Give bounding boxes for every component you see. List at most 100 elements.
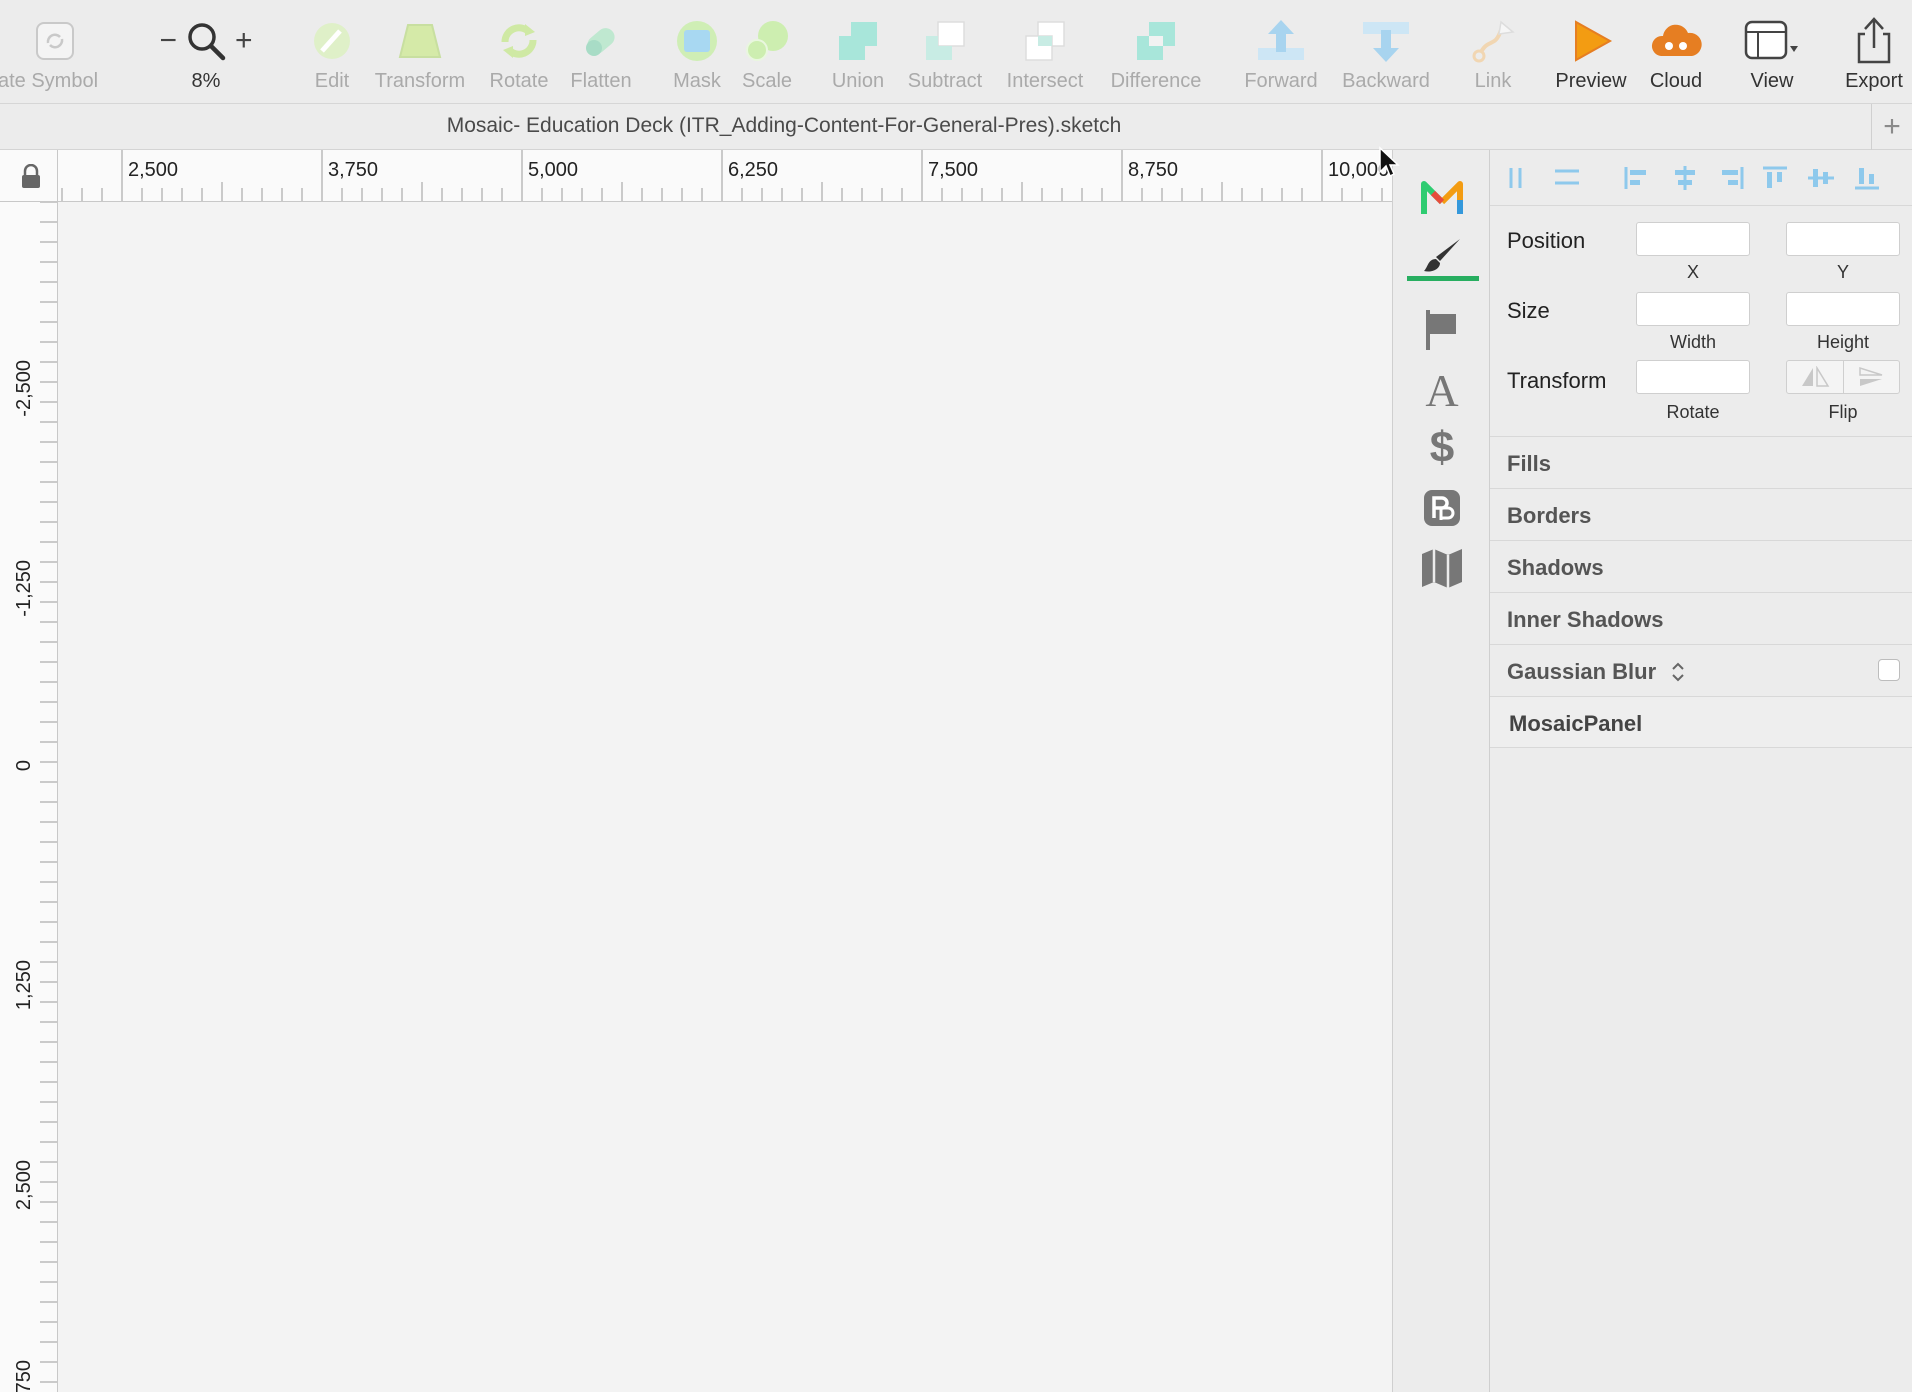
cloud-button[interactable]: Cloud xyxy=(1640,0,1712,104)
rotate-label: Rotate xyxy=(489,70,549,92)
rotate-caption: Rotate xyxy=(1666,402,1720,422)
flatten-label: Flatten xyxy=(570,70,632,92)
size-label: Size xyxy=(1507,298,1550,323)
export-label: Export xyxy=(1845,70,1903,92)
rotate-field[interactable] xyxy=(1636,360,1750,394)
distribute-horizontal-icon[interactable] xyxy=(1506,164,1536,192)
dollar-plugin-button[interactable]: $ xyxy=(1393,416,1491,480)
align-left-icon[interactable] xyxy=(1622,164,1652,192)
union-button[interactable]: Union xyxy=(824,0,892,104)
ruler-label: 0 xyxy=(13,760,35,771)
preview-button[interactable]: Preview xyxy=(1548,0,1634,104)
align-right-icon[interactable] xyxy=(1716,164,1746,192)
toolbar: ate Symbol − + 8% Edit Transform Rotate … xyxy=(0,0,1912,104)
fills-section[interactable]: Fills xyxy=(1490,436,1912,488)
flip-vertical-button[interactable] xyxy=(1842,361,1900,393)
position-x-field[interactable] xyxy=(1636,222,1750,256)
inner-shadows-section[interactable]: Inner Shadows xyxy=(1490,592,1912,644)
ruler-label: 2,500 xyxy=(13,1160,35,1210)
gaussian-blur-title: Gaussian Blur xyxy=(1507,659,1657,684)
document-title: Mosaic- Education Deck (ITR_Adding-Conte… xyxy=(446,114,1122,137)
difference-button[interactable]: Difference xyxy=(1100,0,1212,104)
backward-icon xyxy=(1354,16,1418,66)
zoom-in-button[interactable]: + xyxy=(235,24,253,58)
pb-plugin-button[interactable] xyxy=(1393,476,1491,540)
flatten-icon xyxy=(569,16,633,66)
pb-logo-icon xyxy=(1424,490,1460,526)
edit-label: Edit xyxy=(314,70,350,92)
transform-icon xyxy=(388,16,452,66)
position-y-field[interactable] xyxy=(1786,222,1900,256)
gaussian-blur-checkbox[interactable] xyxy=(1878,659,1900,681)
ruler-label: 3,750 xyxy=(328,159,378,181)
view-label: View xyxy=(1750,70,1794,92)
union-icon xyxy=(826,16,890,66)
active-plugin-indicator xyxy=(1407,276,1479,281)
link-button[interactable]: Link xyxy=(1462,0,1524,104)
export-button[interactable]: Export xyxy=(1836,0,1912,104)
magnifier-icon xyxy=(188,23,226,61)
borders-section[interactable]: Borders xyxy=(1490,488,1912,540)
width-caption: Width xyxy=(1669,332,1716,352)
align-top-icon[interactable] xyxy=(1760,164,1790,192)
subtract-label: Subtract xyxy=(907,70,983,92)
backward-button[interactable]: Backward xyxy=(1336,0,1436,104)
mosaic-panel-title: MosaicPanel xyxy=(1509,711,1643,736)
canvas[interactable] xyxy=(58,202,1392,1392)
zoom-out-button[interactable]: − xyxy=(159,24,177,58)
view-button[interactable]: View xyxy=(1734,0,1810,104)
mask-button[interactable]: Mask xyxy=(664,0,730,104)
flip-caption: Flip xyxy=(1828,402,1858,422)
add-tab-button[interactable]: + xyxy=(1871,104,1912,150)
distribute-vertical-icon[interactable] xyxy=(1552,164,1582,192)
rotate-button[interactable]: Rotate xyxy=(478,0,560,104)
ruler-corner xyxy=(0,150,58,202)
backward-label: Backward xyxy=(1342,70,1430,92)
zoom-level: 8% xyxy=(191,70,221,92)
mask-icon xyxy=(665,16,729,66)
align-bottom-icon[interactable] xyxy=(1852,164,1882,192)
difference-icon xyxy=(1124,16,1188,66)
gaussian-blur-section[interactable]: Gaussian Blur xyxy=(1490,644,1912,696)
shadows-section[interactable]: Shadows xyxy=(1490,540,1912,592)
mask-label: Mask xyxy=(673,70,721,92)
rotate-icon xyxy=(487,16,551,66)
borders-title: Borders xyxy=(1507,503,1592,528)
intersect-button[interactable]: Intersect xyxy=(998,0,1092,104)
flag-plugin-button[interactable] xyxy=(1393,298,1491,362)
mosaic-panel-section[interactable]: MosaicPanel xyxy=(1490,696,1912,748)
map-plugin-button[interactable] xyxy=(1393,536,1491,600)
create-symbol-button[interactable]: ate Symbol xyxy=(0,0,110,104)
lock-icon[interactable] xyxy=(20,164,42,190)
mosaic-m-icon xyxy=(1421,181,1463,214)
scale-button[interactable]: Scale xyxy=(732,0,802,104)
align-middle-vertical-icon[interactable] xyxy=(1806,164,1836,192)
flip-horizontal-button[interactable] xyxy=(1787,361,1843,393)
ruler-label: -2,500 xyxy=(13,360,35,417)
cloud-icon xyxy=(1644,16,1708,66)
mosaic-plugin-button[interactable] xyxy=(1393,166,1491,230)
document-titlebar: Mosaic- Education Deck (ITR_Adding-Conte… xyxy=(0,104,1912,150)
plugin-sidebar: A $ xyxy=(1392,150,1490,1392)
transform-label: Transform xyxy=(1507,368,1607,393)
blur-type-stepper-icon[interactable] xyxy=(1670,660,1686,684)
vertical-ruler[interactable]: -2,500 -1,250 0 1,250 2,500 3,750 xyxy=(0,202,58,1392)
horizontal-ruler[interactable]: 2,500 3,750 5,000 6,250 7,500 8,750 10,000 xyxy=(58,150,1392,202)
preview-icon xyxy=(1559,16,1623,66)
preview-label: Preview xyxy=(1555,70,1627,92)
height-field[interactable] xyxy=(1786,292,1900,326)
ruler-label: 7,500 xyxy=(928,159,978,181)
intersect-label: Intersect xyxy=(1006,70,1084,92)
width-field[interactable] xyxy=(1636,292,1750,326)
align-center-horizontal-icon[interactable] xyxy=(1670,164,1700,192)
forward-button[interactable]: Forward xyxy=(1240,0,1322,104)
link-label: Link xyxy=(1474,70,1512,92)
export-icon xyxy=(1842,16,1906,66)
type-plugin-button[interactable]: A xyxy=(1393,358,1491,422)
flatten-button[interactable]: Flatten xyxy=(561,0,641,104)
transform-button[interactable]: Transform xyxy=(370,0,470,104)
scale-label: Scale xyxy=(741,70,793,92)
subtract-button[interactable]: Subtract xyxy=(898,0,992,104)
edit-button[interactable]: Edit xyxy=(300,0,364,104)
ruler-label: -1,250 xyxy=(13,560,35,617)
